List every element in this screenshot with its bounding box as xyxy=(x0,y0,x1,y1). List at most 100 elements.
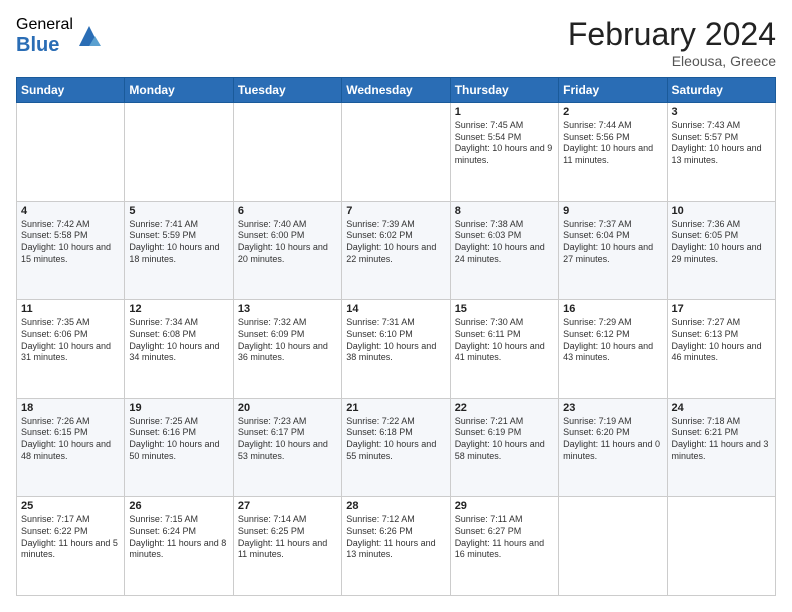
week-row-3: 18Sunrise: 7:26 AM Sunset: 6:15 PM Dayli… xyxy=(17,398,776,497)
day-number: 2 xyxy=(563,106,662,118)
day-number: 1 xyxy=(455,106,554,118)
day-number: 16 xyxy=(563,303,662,315)
title-block: February 2024 Eleousa, Greece xyxy=(568,16,776,69)
day-number: 14 xyxy=(346,303,445,315)
day-info: Sunrise: 7:40 AM Sunset: 6:00 PM Dayligh… xyxy=(238,219,337,266)
header-row: SundayMondayTuesdayWednesdayThursdayFrid… xyxy=(17,78,776,103)
day-cell: 23 Sunrise: 7:19 AM Sunset: 6:20 PM Dayli… xyxy=(559,398,667,497)
day-number: 11 xyxy=(21,303,120,315)
day-info: Sunrise: 7:11 AM Sunset: 6:27 PM Dayligh… xyxy=(455,514,554,561)
day-number: 17 xyxy=(672,303,771,315)
day-cell: 3 Sunrise: 7:43 AM Sunset: 5:57 PM Daylig… xyxy=(667,103,775,202)
day-number: 8 xyxy=(455,205,554,217)
day-cell xyxy=(667,497,775,596)
calendar-subtitle: Eleousa, Greece xyxy=(568,53,776,69)
day-info: Sunrise: 7:14 AM Sunset: 6:25 PM Dayligh… xyxy=(238,514,337,561)
day-info: Sunrise: 7:27 AM Sunset: 6:13 PM Dayligh… xyxy=(672,317,771,364)
logo-text: General Blue xyxy=(16,16,73,56)
day-number: 21 xyxy=(346,402,445,414)
day-cell xyxy=(559,497,667,596)
day-cell xyxy=(17,103,125,202)
day-info: Sunrise: 7:35 AM Sunset: 6:06 PM Dayligh… xyxy=(21,317,120,364)
day-cell: 27 Sunrise: 7:14 AM Sunset: 6:25 PM Dayli… xyxy=(233,497,341,596)
day-info: Sunrise: 7:21 AM Sunset: 6:19 PM Dayligh… xyxy=(455,416,554,463)
day-number: 28 xyxy=(346,500,445,512)
day-cell: 29 Sunrise: 7:11 AM Sunset: 6:27 PM Dayli… xyxy=(450,497,558,596)
day-header-saturday: Saturday xyxy=(667,78,775,103)
day-info: Sunrise: 7:37 AM Sunset: 6:04 PM Dayligh… xyxy=(563,219,662,266)
day-info: Sunrise: 7:18 AM Sunset: 6:21 PM Dayligh… xyxy=(672,416,771,463)
day-cell: 5 Sunrise: 7:41 AM Sunset: 5:59 PM Daylig… xyxy=(125,201,233,300)
day-cell: 26 Sunrise: 7:15 AM Sunset: 6:24 PM Dayli… xyxy=(125,497,233,596)
day-info: Sunrise: 7:34 AM Sunset: 6:08 PM Dayligh… xyxy=(129,317,228,364)
day-info: Sunrise: 7:17 AM Sunset: 6:22 PM Dayligh… xyxy=(21,514,120,561)
calendar-title: February 2024 xyxy=(568,16,776,53)
day-cell: 21 Sunrise: 7:22 AM Sunset: 6:18 PM Dayli… xyxy=(342,398,450,497)
day-cell: 22 Sunrise: 7:21 AM Sunset: 6:19 PM Dayli… xyxy=(450,398,558,497)
day-header-tuesday: Tuesday xyxy=(233,78,341,103)
day-cell: 8 Sunrise: 7:38 AM Sunset: 6:03 PM Daylig… xyxy=(450,201,558,300)
day-number: 19 xyxy=(129,402,228,414)
day-info: Sunrise: 7:25 AM Sunset: 6:16 PM Dayligh… xyxy=(129,416,228,463)
day-header-thursday: Thursday xyxy=(450,78,558,103)
day-number: 25 xyxy=(21,500,120,512)
day-info: Sunrise: 7:23 AM Sunset: 6:17 PM Dayligh… xyxy=(238,416,337,463)
day-number: 3 xyxy=(672,106,771,118)
day-info: Sunrise: 7:19 AM Sunset: 6:20 PM Dayligh… xyxy=(563,416,662,463)
day-number: 23 xyxy=(563,402,662,414)
logo: General Blue xyxy=(16,16,103,56)
day-number: 18 xyxy=(21,402,120,414)
day-info: Sunrise: 7:22 AM Sunset: 6:18 PM Dayligh… xyxy=(346,416,445,463)
day-cell: 25 Sunrise: 7:17 AM Sunset: 6:22 PM Dayli… xyxy=(17,497,125,596)
day-cell: 28Sunrise: 7:12 AM Sunset: 6:26 PM Dayli… xyxy=(342,497,450,596)
day-cell: 1Sunrise: 7:45 AM Sunset: 5:54 PM Daylig… xyxy=(450,103,558,202)
day-number: 26 xyxy=(129,500,228,512)
day-cell: 17 Sunrise: 7:27 AM Sunset: 6:13 PM Dayli… xyxy=(667,300,775,399)
day-number: 13 xyxy=(238,303,337,315)
day-info: Sunrise: 7:31 AM Sunset: 6:10 PM Dayligh… xyxy=(346,317,445,364)
day-info: Sunrise: 7:32 AM Sunset: 6:09 PM Dayligh… xyxy=(238,317,337,364)
day-cell: 7Sunrise: 7:39 AM Sunset: 6:02 PM Daylig… xyxy=(342,201,450,300)
day-cell: 12 Sunrise: 7:34 AM Sunset: 6:08 PM Dayli… xyxy=(125,300,233,399)
day-cell: 6 Sunrise: 7:40 AM Sunset: 6:00 PM Daylig… xyxy=(233,201,341,300)
day-cell xyxy=(125,103,233,202)
week-row-1: 4 Sunrise: 7:42 AM Sunset: 5:58 PM Daylig… xyxy=(17,201,776,300)
day-cell: 4 Sunrise: 7:42 AM Sunset: 5:58 PM Daylig… xyxy=(17,201,125,300)
day-info: Sunrise: 7:42 AM Sunset: 5:58 PM Dayligh… xyxy=(21,219,120,266)
week-row-4: 25 Sunrise: 7:17 AM Sunset: 6:22 PM Dayli… xyxy=(17,497,776,596)
day-number: 29 xyxy=(455,500,554,512)
day-info: Sunrise: 7:15 AM Sunset: 6:24 PM Dayligh… xyxy=(129,514,228,561)
calendar-table: SundayMondayTuesdayWednesdayThursdayFrid… xyxy=(16,77,776,596)
week-row-2: 11 Sunrise: 7:35 AM Sunset: 6:06 PM Dayli… xyxy=(17,300,776,399)
day-info: Sunrise: 7:30 AM Sunset: 6:11 PM Dayligh… xyxy=(455,317,554,364)
header: General Blue February 2024 Eleousa, Gree… xyxy=(16,16,776,69)
day-info: Sunrise: 7:38 AM Sunset: 6:03 PM Dayligh… xyxy=(455,219,554,266)
day-cell: 13 Sunrise: 7:32 AM Sunset: 6:09 PM Dayli… xyxy=(233,300,341,399)
day-header-friday: Friday xyxy=(559,78,667,103)
day-number: 4 xyxy=(21,205,120,217)
week-row-0: 1Sunrise: 7:45 AM Sunset: 5:54 PM Daylig… xyxy=(17,103,776,202)
day-number: 5 xyxy=(129,205,228,217)
day-number: 12 xyxy=(129,303,228,315)
day-info: Sunrise: 7:43 AM Sunset: 5:57 PM Dayligh… xyxy=(672,120,771,167)
day-cell: 15Sunrise: 7:30 AM Sunset: 6:11 PM Dayli… xyxy=(450,300,558,399)
day-cell: 20Sunrise: 7:23 AM Sunset: 6:17 PM Dayli… xyxy=(233,398,341,497)
day-number: 27 xyxy=(238,500,337,512)
day-number: 22 xyxy=(455,402,554,414)
day-cell: 19 Sunrise: 7:25 AM Sunset: 6:16 PM Dayli… xyxy=(125,398,233,497)
logo-blue: Blue xyxy=(16,34,73,56)
page: General Blue February 2024 Eleousa, Gree… xyxy=(0,0,792,612)
day-number: 24 xyxy=(672,402,771,414)
logo-icon xyxy=(75,22,103,50)
day-cell: 10Sunrise: 7:36 AM Sunset: 6:05 PM Dayli… xyxy=(667,201,775,300)
day-number: 6 xyxy=(238,205,337,217)
day-header-sunday: Sunday xyxy=(17,78,125,103)
day-info: Sunrise: 7:41 AM Sunset: 5:59 PM Dayligh… xyxy=(129,219,228,266)
day-cell: 16 Sunrise: 7:29 AM Sunset: 6:12 PM Dayli… xyxy=(559,300,667,399)
day-header-monday: Monday xyxy=(125,78,233,103)
day-info: Sunrise: 7:29 AM Sunset: 6:12 PM Dayligh… xyxy=(563,317,662,364)
day-number: 7 xyxy=(346,205,445,217)
day-header-wednesday: Wednesday xyxy=(342,78,450,103)
day-cell: 24 Sunrise: 7:18 AM Sunset: 6:21 PM Dayli… xyxy=(667,398,775,497)
day-cell: 9Sunrise: 7:37 AM Sunset: 6:04 PM Daylig… xyxy=(559,201,667,300)
